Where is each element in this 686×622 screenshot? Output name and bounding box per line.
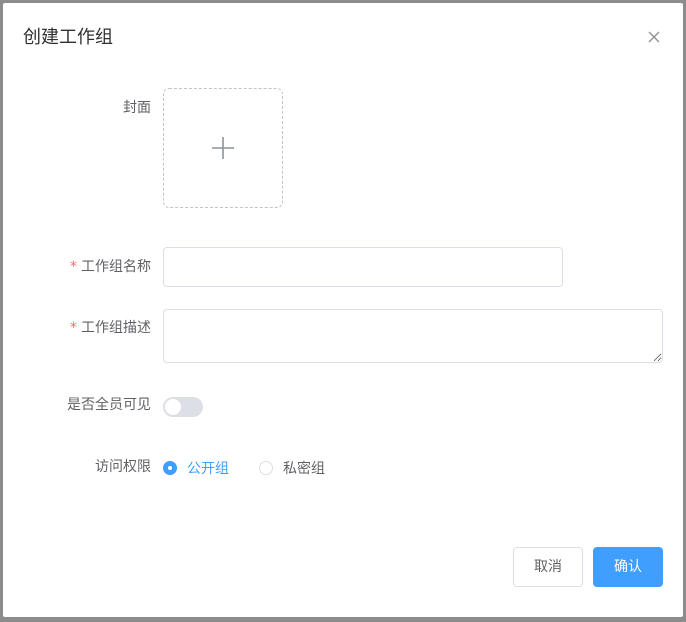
workgroup-name-label-text: 工作组名称 (81, 259, 151, 275)
cover-label-text: 封面 (123, 100, 151, 116)
access-label-text: 访问权限 (95, 459, 151, 475)
cover-uploader[interactable] (163, 88, 283, 208)
switch-knob (165, 399, 181, 415)
dialog-title: 创建工作组 (23, 27, 113, 48)
confirm-button[interactable]: 确认 (593, 547, 663, 587)
create-workgroup-dialog: 创建工作组 封面 *工作组名称 *工作组描述 是否全员可见 访问权限 公开组 (3, 3, 683, 617)
radio-public-label: 公开组 (187, 461, 229, 477)
radio-public[interactable]: 公开组 (163, 458, 229, 478)
workgroup-name-label: * 工作组名称 (3, 257, 151, 277)
cancel-button[interactable]: 取消 (513, 547, 583, 587)
workgroup-description-label: * 工作组描述 (3, 318, 151, 338)
workgroup-description-label-text: 工作组描述 (81, 320, 151, 336)
required-mark: * (70, 259, 77, 275)
radio-private-label: 私密组 (283, 461, 325, 477)
required-mark: * (70, 320, 77, 336)
workgroup-name-input[interactable] (163, 247, 563, 287)
cover-label: 封面 (3, 98, 151, 118)
radio-private-circle[interactable] (259, 461, 273, 475)
radio-private[interactable]: 私密组 (259, 458, 325, 478)
close-button[interactable] (645, 28, 663, 46)
radio-public-circle[interactable] (163, 461, 177, 475)
visible-to-all-label: 是否全员可见 (3, 395, 151, 415)
close-icon (648, 31, 660, 43)
access-label: 访问权限 (3, 457, 151, 477)
workgroup-description-textarea[interactable] (163, 309, 663, 363)
plus-icon (212, 137, 234, 159)
visible-to-all-label-text: 是否全员可见 (67, 397, 151, 413)
visible-to-all-switch[interactable] (163, 397, 203, 417)
